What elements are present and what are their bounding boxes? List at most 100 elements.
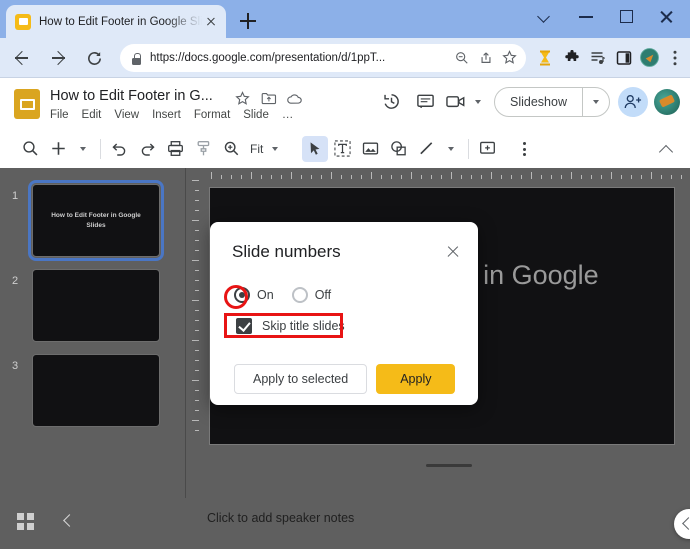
slide-thumbnail[interactable] xyxy=(32,354,160,427)
dialog-actions: Apply to selected Apply xyxy=(234,364,456,394)
browser-window: How to Edit Footer in Google Slid https:… xyxy=(0,0,690,549)
collapse-toolbar-icon[interactable] xyxy=(654,137,678,161)
reading-list-icon[interactable] xyxy=(584,44,610,72)
zoom-icon[interactable] xyxy=(219,136,245,162)
menu-slide[interactable]: Slide xyxy=(243,109,269,121)
slide-thumbnail-text: How to Edit Footer in Google Slides xyxy=(51,211,141,229)
collapse-filmstrip-icon[interactable] xyxy=(58,511,78,531)
apply-to-selected-button[interactable]: Apply to selected xyxy=(234,364,368,394)
minimize-icon[interactable] xyxy=(566,0,606,32)
menu-edit[interactable]: Edit xyxy=(82,109,102,121)
zoom-out-icon[interactable] xyxy=(450,46,474,70)
dialog-title: Slide numbers xyxy=(232,242,341,261)
vertical-ruler xyxy=(188,168,199,498)
slides-favicon xyxy=(15,13,31,30)
zoom-caret-icon[interactable] xyxy=(266,136,284,162)
account-avatar[interactable] xyxy=(654,89,680,115)
meet-caret-icon[interactable] xyxy=(472,89,484,115)
radio-on-label[interactable]: On xyxy=(257,288,274,302)
radio-on[interactable] xyxy=(234,287,250,303)
slideshow-button-group: Slideshow xyxy=(494,87,610,117)
extension-gold-icon[interactable] xyxy=(532,44,558,72)
reload-icon[interactable] xyxy=(78,42,112,74)
undo-icon[interactable] xyxy=(107,136,133,162)
chevron-down-icon[interactable] xyxy=(526,0,566,32)
slideshow-caret-icon[interactable] xyxy=(583,88,609,116)
slideshow-button[interactable]: Slideshow xyxy=(495,88,582,116)
close-icon[interactable] xyxy=(442,240,464,262)
skip-title-slides-label[interactable]: Skip title slides xyxy=(262,319,345,333)
back-arrow-icon[interactable] xyxy=(5,42,37,74)
menu-file[interactable]: File xyxy=(50,109,69,121)
bookmark-star-icon[interactable] xyxy=(498,46,522,70)
paint-format-icon[interactable] xyxy=(191,136,217,162)
close-window-icon[interactable] xyxy=(646,0,686,32)
skip-title-slides-checkbox[interactable] xyxy=(236,318,252,334)
redo-icon[interactable] xyxy=(135,136,161,162)
slides-toolbar: Fit xyxy=(0,130,690,168)
slide-numbers-radio-group: On Off xyxy=(234,287,349,303)
omnibox[interactable]: https://docs.google.com/presentation/d/1… xyxy=(120,44,526,72)
profile-avatar[interactable] xyxy=(636,44,662,72)
document-title[interactable]: How to Edit Footer in G... xyxy=(50,88,213,104)
new-slide-caret-icon[interactable] xyxy=(74,136,92,162)
meet-camera-icon[interactable] xyxy=(446,88,466,116)
share-button[interactable] xyxy=(618,87,648,117)
browser-address-bar: https://docs.google.com/presentation/d/1… xyxy=(0,38,690,78)
new-slide-icon[interactable] xyxy=(46,136,72,162)
text-box-icon[interactable] xyxy=(330,136,356,162)
menu-more[interactable]: … xyxy=(282,109,294,121)
tab-close-icon[interactable] xyxy=(202,13,220,31)
menu-view[interactable]: View xyxy=(114,109,139,121)
browser-extensions xyxy=(532,44,690,72)
puzzle-piece-icon[interactable] xyxy=(558,44,584,72)
new-tab-button[interactable] xyxy=(237,10,259,32)
version-history-icon[interactable] xyxy=(378,88,406,116)
menu-format[interactable]: Format xyxy=(194,109,230,121)
google-slides-logo xyxy=(14,89,40,119)
comment-icon[interactable] xyxy=(412,88,440,116)
divider xyxy=(468,139,470,159)
line-icon[interactable] xyxy=(414,136,440,162)
slides-header-actions: Slideshow xyxy=(378,87,680,117)
apply-button[interactable]: Apply xyxy=(376,364,456,394)
skip-title-slides-row[interactable]: Skip title slides xyxy=(236,318,345,334)
image-icon[interactable] xyxy=(358,136,384,162)
slides-header: How to Edit Footer in G... File Edit Vie… xyxy=(0,78,690,130)
slide-number: 2 xyxy=(12,275,19,287)
speaker-notes-field[interactable]: Click to add speaker notes xyxy=(199,498,690,540)
grid-view-icon[interactable] xyxy=(16,511,36,531)
slides-menubar: File Edit View Insert Format Slide … xyxy=(50,109,293,121)
filmstrip-slide-1[interactable]: 1 How to Edit Footer in Google Slides xyxy=(0,180,186,269)
slide-thumbnail[interactable]: How to Edit Footer in Google Slides xyxy=(28,180,164,261)
chrome-menu-icon[interactable] xyxy=(662,44,688,72)
cursor-icon[interactable] xyxy=(302,136,329,162)
side-panel-icon[interactable] xyxy=(610,44,636,72)
print-icon[interactable] xyxy=(163,136,189,162)
more-options-icon[interactable] xyxy=(511,136,537,162)
maximize-icon[interactable] xyxy=(606,0,646,32)
line-caret-icon[interactable] xyxy=(442,136,460,162)
zoom-level-label[interactable]: Fit xyxy=(247,142,266,156)
url-text: https://docs.google.com/presentation/d/1… xyxy=(150,52,386,64)
add-comment-icon[interactable] xyxy=(475,136,501,162)
filmstrip-slide-3[interactable]: 3 xyxy=(0,354,186,439)
browser-tab[interactable]: How to Edit Footer in Google Slid xyxy=(6,5,226,38)
radio-off-label[interactable]: Off xyxy=(315,288,331,302)
notes-drag-handle[interactable] xyxy=(426,464,472,467)
filmstrip-slide-2[interactable]: 2 xyxy=(0,269,186,354)
search-icon[interactable] xyxy=(18,136,44,162)
shape-icon[interactable] xyxy=(386,136,412,162)
tab-title: How to Edit Footer in Google Slid xyxy=(39,15,202,28)
share-icon[interactable] xyxy=(474,46,498,70)
lock-icon xyxy=(131,52,142,65)
star-icon[interactable] xyxy=(233,89,253,109)
radio-off[interactable] xyxy=(291,287,308,303)
horizontal-ruler xyxy=(199,168,690,179)
slide-filmstrip[interactable]: 1 How to Edit Footer in Google Slides 2 … xyxy=(0,168,186,498)
forward-arrow-icon[interactable] xyxy=(42,42,74,74)
menu-insert[interactable]: Insert xyxy=(152,109,181,121)
slide-thumbnail[interactable] xyxy=(32,269,160,342)
move-to-folder-icon[interactable] xyxy=(259,89,279,109)
cloud-saved-icon[interactable] xyxy=(285,89,305,109)
